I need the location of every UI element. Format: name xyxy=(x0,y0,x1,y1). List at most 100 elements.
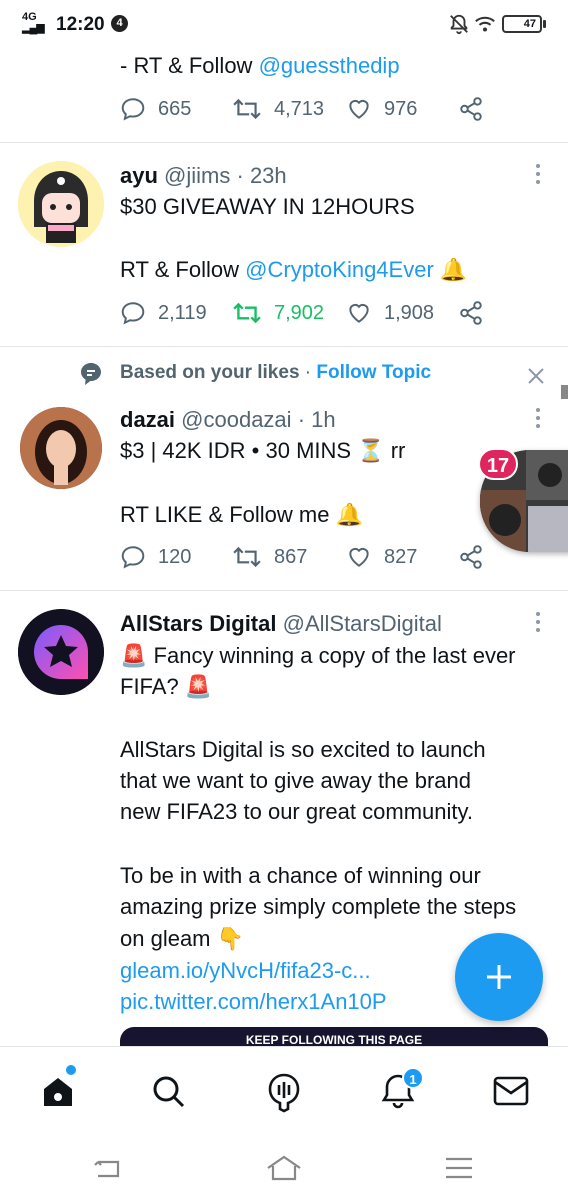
reply-count: 2,119 xyxy=(158,301,207,324)
menu-icon[interactable] xyxy=(444,1156,474,1180)
heart-icon xyxy=(349,303,369,323)
avatar[interactable] xyxy=(18,609,104,695)
network-indicator: 4G ▂▄▆ xyxy=(22,12,45,34)
tweet-text-line: To be in with a chance of winning our xyxy=(120,863,481,888)
avatar-illustration xyxy=(18,161,104,247)
display-name[interactable]: AllStars Digital xyxy=(120,611,276,636)
tweet-media-preview[interactable]: KEEP FOLLOWING THIS PAGE xyxy=(120,1027,548,1046)
tweet-time: · 1h xyxy=(297,407,336,432)
tweet-text-line: - RT & Follow xyxy=(120,53,253,78)
microphone-icon xyxy=(268,1073,300,1113)
home-button-icon[interactable] xyxy=(265,1154,303,1182)
mention-link[interactable]: @guessthedip xyxy=(259,53,400,78)
tweet-text-fragment: RT LIKE & Follow me xyxy=(120,502,330,527)
retweet-button[interactable]: 7,902 xyxy=(232,300,324,326)
reply-icon xyxy=(121,98,145,121)
notification-count-badge: 4 xyxy=(111,15,128,32)
topic-context: Based on your likes · Follow Topic xyxy=(120,362,431,384)
tweet-text-fragment: FIFA? xyxy=(120,674,179,699)
plus-icon xyxy=(487,965,511,989)
hourglass-emoji: ⏳ xyxy=(357,438,385,463)
share-button[interactable] xyxy=(458,96,496,122)
mention-link[interactable]: @CryptoKing4Ever xyxy=(245,257,434,282)
share-icon xyxy=(460,301,482,325)
like-button[interactable]: 1,908 xyxy=(346,300,434,326)
display-name[interactable]: dazai xyxy=(120,407,175,432)
tweet-actions: 120 867 827 xyxy=(120,544,500,574)
retweet-button[interactable]: 867 xyxy=(232,544,307,570)
reply-button[interactable]: 665 xyxy=(120,96,191,122)
compose-tweet-button[interactable] xyxy=(455,933,543,1021)
spaces-tab[interactable] xyxy=(264,1071,304,1113)
alarm-emoji: 🚨 xyxy=(184,674,213,699)
like-button[interactable]: 976 xyxy=(346,96,417,122)
scrollbar-thumb[interactable] xyxy=(561,385,568,399)
new-content-dot xyxy=(66,1065,76,1075)
notifications-tab[interactable]: 1 xyxy=(378,1067,424,1113)
tweet-text-line: that we want to give away the brand xyxy=(120,768,471,793)
retweet-icon xyxy=(233,302,261,324)
bottom-navigation: 1 xyxy=(0,1046,568,1136)
bell-emoji: 🔔 xyxy=(335,502,364,527)
user-handle[interactable]: @jiims xyxy=(164,163,230,188)
more-options-icon[interactable] xyxy=(533,407,543,434)
display-name[interactable]: ayu xyxy=(120,163,158,188)
tweet-actions: 665 4,713 976 xyxy=(120,96,500,126)
tweet-actions: 2,119 7,902 1,908 xyxy=(120,300,500,330)
search-icon xyxy=(153,1076,185,1108)
heart-icon xyxy=(349,547,369,567)
reply-button[interactable]: 120 xyxy=(120,544,191,570)
user-handle[interactable]: @coodazai xyxy=(181,407,291,432)
reply-button[interactable]: 2,119 xyxy=(120,300,207,326)
reply-count: 665 xyxy=(158,97,192,120)
system-navigation-bar xyxy=(0,1136,568,1200)
reply-count: 120 xyxy=(158,545,192,568)
share-button[interactable] xyxy=(458,300,496,326)
tweet-guessthedip[interactable]: - RT & Follow @guessthedip 665 4,713 976 xyxy=(0,50,568,142)
share-icon xyxy=(460,545,482,569)
tweet-time: · 23h xyxy=(236,163,287,188)
alarm-emoji: 🚨 xyxy=(120,643,148,668)
follow-topic-link[interactable]: Follow Topic xyxy=(316,362,431,383)
tweet-ayu[interactable]: ayu @jiims · 23h $30 GIVEAWAY IN 12HOURS… xyxy=(0,143,568,345)
pic-link[interactable]: pic.twitter.com/herx1An10P xyxy=(120,986,387,1017)
messages-tab[interactable] xyxy=(492,1075,532,1111)
media-caption: KEEP FOLLOWING THIS PAGE xyxy=(245,1033,423,1046)
more-options-icon[interactable] xyxy=(533,611,543,638)
more-options-icon[interactable] xyxy=(533,163,543,190)
retweet-icon xyxy=(233,98,261,120)
like-count: 827 xyxy=(384,545,418,568)
tweet-text-line: AllStars Digital is so excited to launch xyxy=(120,737,486,762)
tweet-text-line: new FIFA23 to our great community. xyxy=(120,799,473,824)
user-handle[interactable]: @AllStarsDigital xyxy=(283,611,442,636)
back-icon[interactable] xyxy=(92,1156,124,1182)
tweet-header: dazai @coodazai · 1h xyxy=(120,404,336,435)
reply-icon xyxy=(121,302,145,325)
retweet-count: 4,713 xyxy=(274,97,325,120)
share-button[interactable] xyxy=(458,544,496,570)
tweet-text-line: 🚨 Fancy winning a copy of the last ever xyxy=(120,640,516,671)
pointing-down-emoji: 👇 xyxy=(216,926,245,951)
retweet-count: 867 xyxy=(274,545,308,568)
close-icon[interactable] xyxy=(527,367,545,385)
home-tab[interactable] xyxy=(38,1065,78,1111)
bell-muted-icon xyxy=(450,14,468,35)
chat-bubble-badge: 17 xyxy=(478,448,518,480)
avatar[interactable] xyxy=(20,407,102,489)
like-count: 1,908 xyxy=(384,301,435,324)
retweet-button[interactable]: 4,713 xyxy=(232,96,324,122)
gleam-link[interactable]: gleam.io/yNvcH/fifa23-c... xyxy=(120,955,371,986)
tweet-text-line: RT LIKE & Follow me 🔔 xyxy=(120,499,363,530)
share-icon xyxy=(460,97,482,121)
like-count: 976 xyxy=(384,97,418,120)
search-tab[interactable] xyxy=(150,1073,190,1113)
like-button[interactable]: 827 xyxy=(346,544,417,570)
wifi-icon xyxy=(475,16,495,32)
tweet-header: ayu @jiims · 23h xyxy=(120,160,287,191)
topic-icon xyxy=(81,363,101,385)
battery-tip xyxy=(543,20,546,28)
context-label: Based on your likes xyxy=(120,362,300,383)
tweet-text-fragment: RT & Follow xyxy=(120,257,240,282)
avatar[interactable] xyxy=(18,161,104,247)
tweet-header: AllStars Digital @AllStarsDigital xyxy=(120,608,442,639)
